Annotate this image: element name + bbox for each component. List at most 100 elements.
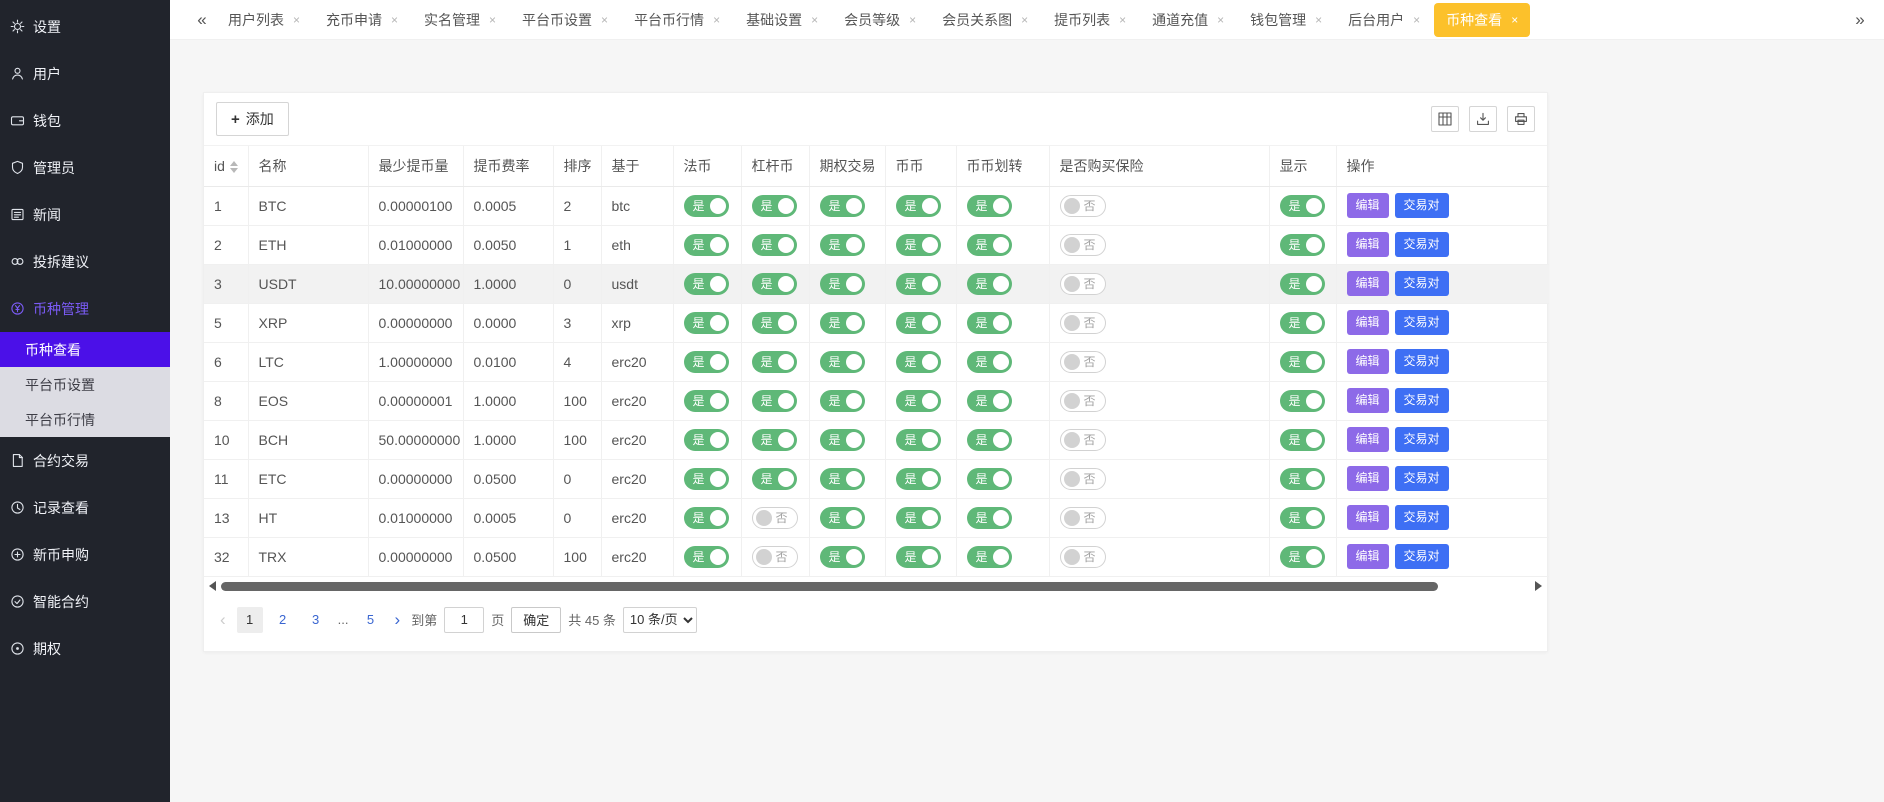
trading-pair-button[interactable]: 交易对 (1395, 232, 1449, 256)
tab-wallet-manage[interactable]: 钱包管理× (1238, 3, 1334, 37)
toggle-leverage[interactable]: 是 (752, 273, 797, 295)
toggle-fiat[interactable]: 是 (684, 429, 729, 451)
tab-platform-coin-market[interactable]: 平台币行情× (622, 3, 732, 37)
toggle-option-trade[interactable]: 是 (820, 234, 865, 256)
sort-icon[interactable] (230, 161, 238, 173)
toggle-coin-coin[interactable]: 是 (896, 312, 941, 334)
tab-close-icon[interactable]: × (1217, 14, 1224, 26)
tab-close-icon[interactable]: × (293, 14, 300, 26)
edit-button[interactable]: 编辑 (1347, 505, 1389, 529)
edit-button[interactable]: 编辑 (1347, 310, 1389, 334)
toggle-show[interactable]: 是 (1280, 351, 1325, 373)
toggle-coin-coin[interactable]: 是 (896, 429, 941, 451)
sidebar-item-admins[interactable]: 管理员 (0, 144, 170, 191)
tab-deposit-request[interactable]: 充币申请× (314, 3, 410, 37)
tab-platform-coin-settings[interactable]: 平台币设置× (510, 3, 620, 37)
toggle-fiat[interactable]: 是 (684, 390, 729, 412)
trading-pair-button[interactable]: 交易对 (1395, 349, 1449, 373)
toggle-coin-coin[interactable]: 是 (896, 390, 941, 412)
prev-page-arrow-icon[interactable]: ‹ (216, 611, 230, 628)
trading-pair-button[interactable]: 交易对 (1395, 466, 1449, 490)
toggle-insurance[interactable]: 否 (1060, 312, 1106, 334)
scrollbar-track[interactable] (221, 582, 1530, 591)
scrollbar-left-arrow-icon[interactable] (209, 581, 216, 591)
sidebar-item-smart-contract[interactable]: 智能合约 (0, 578, 170, 625)
sidebar-item-options[interactable]: 期权 (0, 625, 170, 672)
toggle-option-trade[interactable]: 是 (820, 351, 865, 373)
page-size-select[interactable]: 10 条/页 (623, 607, 697, 633)
toggle-coin-coin[interactable]: 是 (896, 234, 941, 256)
trading-pair-button[interactable]: 交易对 (1395, 193, 1449, 217)
edit-button[interactable]: 编辑 (1347, 271, 1389, 295)
tab-member-level[interactable]: 会员等级× (832, 3, 928, 37)
edit-button[interactable]: 编辑 (1347, 427, 1389, 451)
sidebar-item-contract-trade[interactable]: 合约交易 (0, 437, 170, 484)
page-number-2[interactable]: 2 (270, 607, 296, 633)
tab-user-list[interactable]: 用户列表× (216, 3, 312, 37)
sidebar-item-records[interactable]: 记录查看 (0, 484, 170, 531)
goto-page-input[interactable] (444, 607, 484, 633)
toggle-option-trade[interactable]: 是 (820, 273, 865, 295)
trading-pair-button[interactable]: 交易对 (1395, 544, 1449, 568)
tab-close-icon[interactable]: × (1511, 14, 1518, 26)
tab-withdraw-list[interactable]: 提币列表× (1042, 3, 1138, 37)
toggle-coin-coin[interactable]: 是 (896, 195, 941, 217)
edit-button[interactable]: 编辑 (1347, 544, 1389, 568)
edit-button[interactable]: 编辑 (1347, 466, 1389, 490)
columns-icon[interactable] (1431, 106, 1459, 132)
toggle-fiat[interactable]: 是 (684, 351, 729, 373)
tab-admin-users[interactable]: 后台用户× (1336, 3, 1432, 37)
trading-pair-button[interactable]: 交易对 (1395, 271, 1449, 295)
tab-close-icon[interactable]: × (713, 14, 720, 26)
page-number-1[interactable]: 1 (237, 607, 263, 633)
toggle-fiat[interactable]: 是 (684, 468, 729, 490)
horizontal-scrollbar[interactable] (204, 579, 1547, 594)
tabs-scroll-right-icon[interactable]: » (1846, 10, 1874, 30)
sidebar-subitem-platform-coin-settings[interactable]: 平台币设置 (0, 367, 170, 402)
edit-button[interactable]: 编辑 (1347, 232, 1389, 256)
toggle-leverage[interactable]: 是 (752, 312, 797, 334)
tab-close-icon[interactable]: × (909, 14, 916, 26)
toggle-leverage[interactable]: 是 (752, 351, 797, 373)
toggle-show[interactable]: 是 (1280, 390, 1325, 412)
tab-close-icon[interactable]: × (1413, 14, 1420, 26)
sidebar-subitem-platform-coin-market[interactable]: 平台币行情 (0, 402, 170, 437)
toggle-coin-transfer[interactable]: 是 (967, 390, 1012, 412)
sidebar-item-feedback[interactable]: 投拆建议 (0, 238, 170, 285)
toggle-insurance[interactable]: 否 (1060, 546, 1106, 568)
toggle-show[interactable]: 是 (1280, 273, 1325, 295)
page-number-5[interactable]: 5 (358, 607, 384, 633)
toggle-insurance[interactable]: 否 (1060, 468, 1106, 490)
toggle-coin-transfer[interactable]: 是 (967, 507, 1012, 529)
toggle-fiat[interactable]: 是 (684, 195, 729, 217)
tab-close-icon[interactable]: × (391, 14, 398, 26)
toggle-leverage[interactable]: 是 (752, 234, 797, 256)
sidebar-subitem-coin-view[interactable]: 币种查看 (0, 332, 170, 367)
confirm-button[interactable]: 确定 (511, 607, 561, 633)
toggle-fiat[interactable]: 是 (684, 312, 729, 334)
tab-channel-recharge[interactable]: 通道充值× (1140, 3, 1236, 37)
toggle-show[interactable]: 是 (1280, 429, 1325, 451)
toggle-option-trade[interactable]: 是 (820, 390, 865, 412)
toggle-leverage[interactable]: 否 (752, 507, 798, 529)
toggle-leverage[interactable]: 是 (752, 468, 797, 490)
toggle-option-trade[interactable]: 是 (820, 546, 865, 568)
toggle-leverage[interactable]: 是 (752, 390, 797, 412)
toggle-show[interactable]: 是 (1280, 234, 1325, 256)
toggle-show[interactable]: 是 (1280, 312, 1325, 334)
toggle-show[interactable]: 是 (1280, 507, 1325, 529)
toggle-coin-transfer[interactable]: 是 (967, 234, 1012, 256)
toggle-insurance[interactable]: 否 (1060, 195, 1106, 217)
trading-pair-button[interactable]: 交易对 (1395, 427, 1449, 451)
toggle-coin-coin[interactable]: 是 (896, 507, 941, 529)
tab-close-icon[interactable]: × (1119, 14, 1126, 26)
edit-button[interactable]: 编辑 (1347, 388, 1389, 412)
toggle-coin-coin[interactable]: 是 (896, 468, 941, 490)
tab-close-icon[interactable]: × (811, 14, 818, 26)
add-button[interactable]: + 添加 (216, 102, 289, 136)
toggle-insurance[interactable]: 否 (1060, 390, 1106, 412)
toggle-show[interactable]: 是 (1280, 468, 1325, 490)
edit-button[interactable]: 编辑 (1347, 349, 1389, 373)
tab-close-icon[interactable]: × (1315, 14, 1322, 26)
toggle-insurance[interactable]: 否 (1060, 273, 1106, 295)
